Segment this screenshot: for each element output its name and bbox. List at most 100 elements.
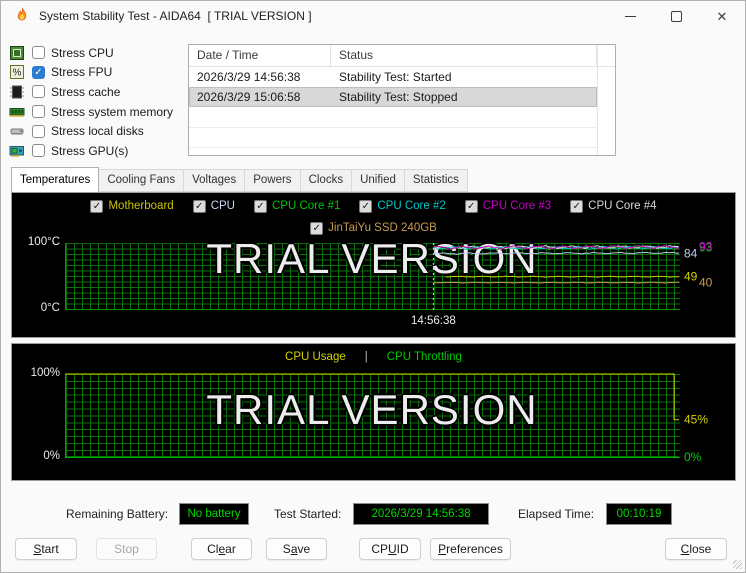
cpu-core-3-legend-checkbox[interactable]: ✓ [465, 200, 478, 213]
preferences-button[interactable]: Preferences [430, 538, 511, 560]
disk-icon [9, 123, 25, 139]
elapsed-time-label: Elapsed Time: [518, 504, 594, 525]
tab-cooling-fans[interactable]: Cooling Fans [99, 169, 184, 192]
tab-clocks[interactable]: Clocks [301, 169, 353, 192]
chart-title-part: CPU Throttling [387, 351, 462, 363]
test-started-label: Test Started: [274, 504, 341, 525]
value-label: 84 [684, 247, 698, 261]
cpu-core-4-legend-checkbox[interactable]: ✓ [570, 200, 583, 213]
save-button[interactable]: Save [266, 538, 327, 560]
maximize-button[interactable] [653, 1, 699, 31]
chart-title-row: CPU Usage | CPU Throttling [12, 348, 735, 366]
stress-option-row: Stress local disks [9, 121, 173, 141]
log-datetime-cell: 2026/3/29 15:06:58 [189, 87, 331, 107]
log-status-cell: Stability Test: Stopped [331, 87, 597, 107]
motherboard-legend-checkbox[interactable]: ✓ [90, 200, 103, 213]
cpu-legend-checkbox[interactable]: ✓ [193, 200, 206, 213]
log-table-row[interactable]: 2026/3/29 14:56:38Stability Test: Starte… [189, 67, 597, 87]
value-label: 93 [699, 240, 713, 254]
log-table-row[interactable]: 2026/3/29 15:06:58Stability Test: Stoppe… [189, 87, 597, 107]
remaining-battery-value-box: No battery [179, 503, 249, 525]
tab-temperatures[interactable]: Temperatures [11, 167, 99, 192]
stress-option-label: Stress cache [51, 85, 120, 99]
stress-option-row: Stress CPU [9, 43, 173, 63]
column-header-status[interactable]: Status [331, 45, 597, 66]
remaining-battery-label: Remaining Battery: [66, 504, 168, 525]
tab-statistics[interactable]: Statistics [405, 169, 468, 192]
tab-powers[interactable]: Powers [245, 169, 300, 192]
minimize-icon [625, 16, 636, 17]
close-button[interactable]: Close [665, 538, 727, 560]
window-controls: ✕ [607, 1, 745, 31]
log-status-cell: Stability Test: Started [331, 67, 597, 87]
stress-gpu-s-checkbox[interactable] [32, 144, 45, 157]
stress-options-list: Stress CPU%✓Stress FPUStress cacheStress… [9, 43, 173, 161]
value-label: 40 [699, 276, 713, 290]
stress-option-row: Stress system memory [9, 102, 173, 122]
resize-grip[interactable] [733, 560, 742, 569]
legend-label: CPU Core #4 [588, 200, 656, 212]
legend-item-motherboard: ✓ Motherboard [90, 200, 173, 213]
status-value: No battery [187, 508, 240, 520]
cpu-core-2-legend-checkbox[interactable]: ✓ [359, 200, 372, 213]
title-bar: System Stability Test - AIDA64 [ TRIAL V… [1, 1, 745, 31]
tab-unified[interactable]: Unified [352, 169, 405, 192]
maximize-icon [671, 11, 682, 22]
value-label: 0% [684, 450, 702, 464]
chart-title-part: CPU Usage [285, 351, 346, 363]
stress-option-row: Stress cache [9, 82, 173, 102]
flame-icon [14, 7, 30, 26]
stress-local-disks-checkbox[interactable] [32, 125, 45, 138]
stress-option-label: Stress CPU [51, 46, 114, 60]
y-axis-label: 0% [13, 449, 60, 463]
memory-icon [9, 104, 25, 120]
chart-title-part: | [365, 351, 368, 363]
stress-option-row: Stress GPU(s) [9, 141, 173, 161]
test-started-value-box: 2026/3/29 14:56:38 [353, 503, 489, 525]
jintaiyu-ssd-240gb-legend-checkbox[interactable]: ✓ [310, 222, 323, 235]
legend-item-cpu: ✓ CPU [193, 200, 235, 213]
stress-option-label: Stress local disks [51, 124, 144, 138]
table-header-row: Date / TimeStatus [189, 45, 615, 67]
stop-button: Stop [96, 538, 157, 560]
legend-label: CPU [211, 200, 235, 212]
close-button[interactable]: ✕ [699, 1, 745, 31]
stress-cache-checkbox[interactable] [32, 85, 45, 98]
column-header-datetime[interactable]: Date / Time [189, 45, 331, 66]
cpu-core-1-legend-checkbox[interactable]: ✓ [254, 200, 267, 213]
log-datetime-cell: 2026/3/29 14:56:38 [189, 67, 331, 87]
status-value: 00:10:19 [617, 508, 662, 520]
stress-cpu-checkbox[interactable] [32, 46, 45, 59]
log-table-empty-row [189, 128, 597, 149]
legend-label: CPU Core #1 [272, 200, 340, 212]
clear-button[interactable]: Clear [191, 538, 252, 560]
tab-voltages[interactable]: Voltages [184, 169, 245, 192]
temperatures-2-legend-row: ✓ JinTaiYu SSD 240GB [12, 219, 735, 237]
stress-option-label: Stress FPU [51, 65, 112, 79]
cpuid-button[interactable]: CPUID [359, 538, 421, 560]
stress-fpu-checkbox[interactable]: ✓ [32, 66, 45, 79]
table-column-edge [597, 45, 598, 155]
system-stability-test-window: System Stability Test - AIDA64 [ TRIAL V… [0, 0, 746, 573]
start-button[interactable]: Start [15, 538, 77, 560]
gpu-icon [9, 143, 25, 159]
cpu-icon [9, 45, 25, 61]
event-log-table[interactable]: Date / TimeStatus2026/3/29 14:56:38Stabi… [188, 44, 616, 156]
stress-option-label: Stress system memory [51, 105, 173, 119]
legend-label: CPU Core #3 [483, 200, 551, 212]
stress-system-memory-checkbox[interactable] [32, 105, 45, 118]
temperatures-legend-row: ✓ Motherboard ✓ CPU ✓ CPU Core #1 ✓ CPU Core #2… [12, 197, 735, 215]
y-axis-label: 0°C [13, 301, 60, 315]
legend-label: CPU Core #2 [377, 200, 445, 212]
legend-label: JinTaiYu SSD 240GB [328, 222, 437, 234]
log-table-empty-row [189, 107, 597, 128]
legend-item-cpu-core-3: ✓ CPU Core #3 [465, 200, 551, 213]
y-axis-label: 100% [13, 366, 60, 380]
value-label: 49 [684, 270, 698, 284]
y-axis-label: 100°C [13, 235, 60, 249]
legend-label: Motherboard [108, 200, 173, 212]
cpu-usage-chart-panel: CPU Usage|CPU Throttling100%0%TRIAL VERS… [11, 343, 736, 481]
window-title: System Stability Test - AIDA64 [ TRIAL V… [39, 9, 312, 23]
legend-item-cpu-core-1: ✓ CPU Core #1 [254, 200, 340, 213]
minimize-button[interactable] [607, 1, 653, 31]
